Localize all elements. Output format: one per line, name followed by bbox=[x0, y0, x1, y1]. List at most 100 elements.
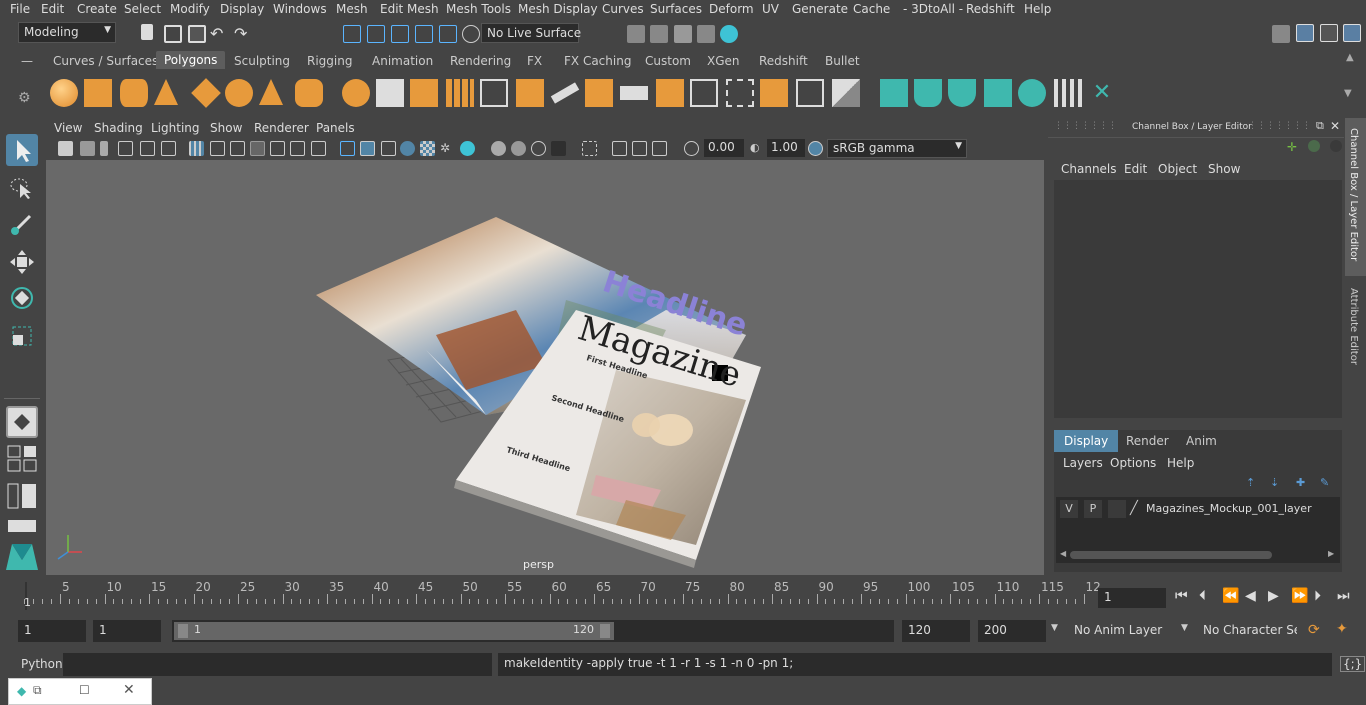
attribute-editor-toggle-icon[interactable] bbox=[1296, 24, 1314, 42]
layer-menu-layers[interactable]: Layers bbox=[1063, 456, 1103, 470]
command-input[interactable] bbox=[63, 653, 492, 676]
2d-pan-zoom-icon[interactable] bbox=[161, 141, 176, 156]
tab-xgen[interactable]: XGen bbox=[707, 54, 740, 68]
use-all-lights-icon[interactable]: ✲ bbox=[440, 141, 455, 156]
paint-select-tool-icon[interactable] bbox=[6, 208, 38, 240]
tab-bullet[interactable]: Bullet bbox=[825, 54, 860, 68]
layer-name[interactable]: Magazines_Mockup_001_layer bbox=[1146, 502, 1312, 515]
single-perspective-layout-icon[interactable] bbox=[6, 406, 38, 438]
menu-curves[interactable]: Curves bbox=[602, 2, 644, 16]
view-transform-dropdown[interactable]: sRGB gamma ▼ bbox=[827, 139, 967, 158]
range-slider-track[interactable]: 1 120 bbox=[172, 620, 894, 642]
channelbox-menu-object[interactable]: Object bbox=[1158, 162, 1197, 176]
safe-action-icon[interactable] bbox=[290, 141, 305, 156]
spherical-uv-icon[interactable] bbox=[948, 79, 976, 107]
close-icon[interactable]: ✕ bbox=[1330, 119, 1340, 133]
gamma-field[interactable]: 1.00 bbox=[767, 139, 805, 157]
camera-bookmark-icon[interactable] bbox=[80, 141, 95, 156]
menu-edit-mesh[interactable]: Edit Mesh bbox=[380, 2, 439, 16]
outliner-layout-icon[interactable] bbox=[6, 482, 38, 510]
animation-prefs-icon[interactable]: ✦ bbox=[1336, 621, 1348, 637]
layer-hscrollbar[interactable] bbox=[1070, 551, 1272, 559]
snap-point-icon[interactable] bbox=[462, 25, 480, 43]
exposure-icon[interactable] bbox=[684, 141, 699, 156]
multi-cut-icon[interactable] bbox=[550, 82, 580, 104]
menu-file[interactable]: File bbox=[10, 2, 30, 16]
layer-display-type[interactable] bbox=[1108, 500, 1126, 518]
step-back-key-icon[interactable]: ⏪ bbox=[1222, 588, 1239, 604]
resolution-gate-icon[interactable] bbox=[230, 141, 245, 156]
layer-menu-help[interactable]: Help bbox=[1167, 456, 1194, 470]
close-icon[interactable]: ✕ bbox=[123, 682, 135, 698]
separate-icon[interactable] bbox=[376, 79, 404, 107]
scroll-left-icon[interactable]: ◀ bbox=[1060, 549, 1066, 558]
render-current-icon[interactable] bbox=[650, 25, 668, 43]
wireframe-icon[interactable] bbox=[340, 141, 355, 156]
range-handle-right[interactable] bbox=[600, 624, 610, 638]
channelbox-menu-channels[interactable]: Channels bbox=[1061, 162, 1117, 176]
tab-redshift[interactable]: Redshift bbox=[759, 54, 808, 68]
menu-generate[interactable]: Generate bbox=[792, 2, 848, 16]
poly-cone-icon[interactable] bbox=[154, 79, 178, 105]
isolate-select-icon[interactable] bbox=[582, 141, 597, 156]
tab-fx-caching[interactable]: FX Caching bbox=[564, 54, 631, 68]
mirror-icon[interactable] bbox=[516, 79, 544, 107]
minimized-window[interactable]: ◆ ⧉ ☐ ✕ bbox=[8, 678, 152, 705]
bridge-icon[interactable] bbox=[620, 86, 648, 100]
panel-menu-panels[interactable]: Panels bbox=[316, 121, 355, 135]
scene-start-field[interactable]: 1 bbox=[18, 620, 86, 642]
layer-visibility-toggle[interactable]: V bbox=[1060, 500, 1078, 518]
textured-icon[interactable] bbox=[420, 141, 435, 156]
script-editor-icon[interactable]: {;} bbox=[1340, 656, 1366, 672]
tab-rendering[interactable]: Rendering bbox=[450, 54, 511, 68]
menu-mesh[interactable]: Mesh bbox=[336, 2, 368, 16]
menu-select[interactable]: Select bbox=[124, 2, 161, 16]
modeling-toolkit-icon[interactable] bbox=[1272, 25, 1290, 43]
field-chart-icon[interactable] bbox=[270, 141, 285, 156]
panel-menu-renderer[interactable]: Renderer bbox=[254, 121, 309, 135]
go-to-end-icon[interactable]: ⏭ bbox=[1337, 588, 1350, 604]
redo-icon[interactable]: ↷ bbox=[234, 24, 252, 43]
menu-mesh-tools[interactable]: Mesh Tools bbox=[446, 2, 511, 16]
poly-pyramid-icon[interactable] bbox=[259, 79, 283, 105]
snap-grid-icon[interactable] bbox=[415, 25, 433, 43]
sew-uv-icon[interactable]: ✕ bbox=[1088, 79, 1116, 107]
render-settings-icon[interactable] bbox=[697, 25, 715, 43]
shelf-menu-icon[interactable]: — bbox=[21, 54, 33, 68]
scroll-right-icon[interactable]: ▶ bbox=[1328, 549, 1334, 558]
menu-windows[interactable]: Windows bbox=[273, 2, 327, 16]
time-slider[interactable]: 1 5 10 15 20 25 30 35 40 45 50 55 60 65 70 75 80 85 90 95 1… bbox=[0, 580, 1366, 614]
xray-joints-icon[interactable] bbox=[652, 141, 667, 156]
render-frame-icon[interactable] bbox=[627, 25, 645, 43]
scene-end-field[interactable]: 200 bbox=[978, 620, 1046, 642]
tab-rigging[interactable]: Rigging bbox=[307, 54, 352, 68]
panel-menu-lighting[interactable]: Lighting bbox=[151, 121, 200, 135]
select-tool-icon[interactable] bbox=[6, 134, 38, 166]
poly-sphere-icon[interactable] bbox=[50, 79, 78, 107]
open-scene-icon[interactable] bbox=[164, 25, 182, 43]
step-forward-key-icon[interactable]: ⏩ bbox=[1291, 588, 1308, 604]
color-management-icon[interactable] bbox=[808, 141, 823, 156]
grid-toggle-icon[interactable] bbox=[140, 141, 155, 156]
poly-plane-icon[interactable] bbox=[191, 78, 221, 108]
speed-icon[interactable] bbox=[1308, 140, 1320, 152]
layer-row[interactable]: V P ╱ Magazines_Mockup_001_layer bbox=[1060, 500, 1336, 518]
anim-layer-dropdown[interactable]: No Anim Layer bbox=[1068, 620, 1178, 642]
auto-key-icon[interactable]: ⟳ bbox=[1308, 622, 1320, 638]
tab-fx[interactable]: FX bbox=[527, 54, 542, 68]
shelf-scroll-up-icon[interactable]: ▲ bbox=[1346, 52, 1354, 63]
layer-color-icon[interactable]: ╱ bbox=[1130, 501, 1138, 516]
chevron-down-icon[interactable]: ▼ bbox=[1181, 623, 1188, 633]
menu-display[interactable]: Display bbox=[220, 2, 264, 16]
select-by-object-icon[interactable] bbox=[367, 25, 385, 43]
maximize-icon[interactable]: ☐ bbox=[79, 683, 90, 697]
new-layer-selected-icon[interactable]: ✎ bbox=[1320, 476, 1329, 489]
chevron-down-icon[interactable]: ▼ bbox=[1051, 623, 1058, 633]
lasso-tool-icon[interactable] bbox=[6, 172, 38, 204]
fill-hole-icon[interactable] bbox=[760, 79, 788, 107]
undo-icon[interactable]: ↶ bbox=[210, 24, 228, 43]
automatic-uv-icon[interactable] bbox=[984, 79, 1012, 107]
gear-icon[interactable]: ⚙ bbox=[18, 90, 31, 106]
menu-create[interactable]: Create bbox=[77, 2, 117, 16]
poly-torus-icon[interactable] bbox=[225, 79, 253, 107]
